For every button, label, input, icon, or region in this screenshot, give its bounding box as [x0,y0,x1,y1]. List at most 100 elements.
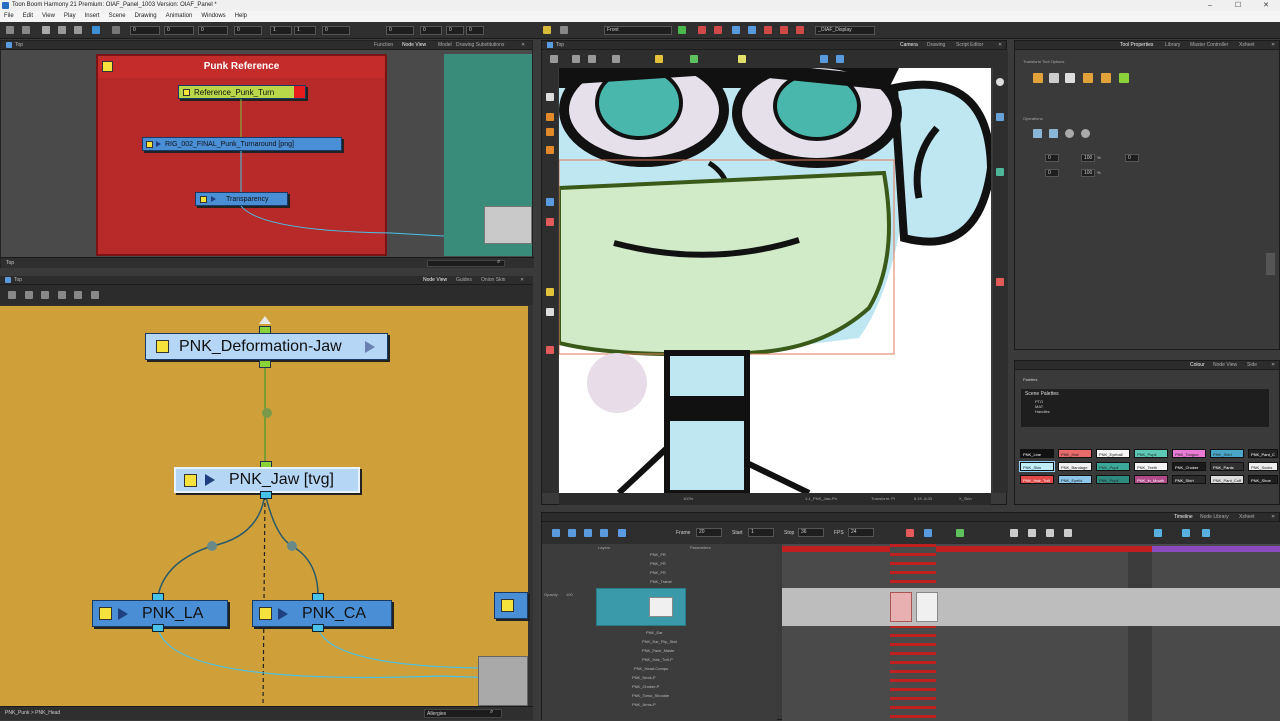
tab-master-controller[interactable]: Master Controller [1190,41,1228,50]
key-icon[interactable] [112,26,120,34]
undo-icon[interactable] [6,26,14,34]
frame-icon[interactable] [612,55,620,63]
menu-edit[interactable]: Edit [23,11,33,22]
navigator-thumbnail[interactable] [484,206,532,244]
flip-icon[interactable] [780,26,788,34]
disable-icon[interactable] [796,26,804,34]
flip-h-icon[interactable] [820,55,828,63]
swatch[interactable]: PNK_Tongue [1172,449,1206,458]
tab-node-library[interactable]: Node Library [1200,513,1229,522]
deform-icon[interactable] [996,168,1004,176]
pivot-x-field[interactable]: 0 [420,26,442,35]
pivot-z-field[interactable]: 0 [466,26,484,35]
onion-skin-icon[interactable] [698,26,706,34]
layer-row[interactable]: PNK_Transf [542,577,777,587]
fps-field[interactable]: 24 [848,528,874,537]
kinematic-icon[interactable] [996,278,1004,286]
network-icon[interactable] [8,291,16,299]
close-panel-icon[interactable]: ✕ [520,276,524,285]
stop-field[interactable]: 36 [798,528,824,537]
pos-y-field[interactable]: 0 [164,26,194,35]
swatch[interactable]: PNK_Bandage [1058,462,1092,471]
home-icon[interactable] [547,42,553,48]
lock-icon[interactable] [655,55,663,63]
save-icon[interactable] [74,26,82,34]
peg-icon[interactable] [748,26,756,34]
la-output-port[interactable] [152,624,164,632]
tab-timeline[interactable]: Timeline [1174,513,1193,522]
rigging-tool-icon[interactable] [546,308,554,316]
sound-icon[interactable] [600,529,608,537]
grid-icon[interactable] [560,26,568,34]
drawing-frame-thumbnail[interactable] [890,592,912,622]
contour-tool-icon[interactable] [546,198,554,206]
tab-onion-skin[interactable]: Onion Skin [481,276,505,285]
light-icon[interactable] [738,55,746,63]
tab-library[interactable]: Library [1165,41,1180,50]
eraser-tool-icon[interactable] [546,146,554,154]
pin-icon[interactable] [732,26,740,34]
tab-side[interactable]: Side [1247,361,1257,370]
flip-v-icon[interactable] [836,55,844,63]
sound-scrub-icon[interactable] [618,529,626,537]
tab-node-view[interactable]: Node View [1213,361,1237,370]
select-tool-icon[interactable] [546,93,554,101]
flip-horizontal-icon[interactable] [1033,129,1042,138]
magnet-icon[interactable] [1065,73,1075,83]
angle-field[interactable]: 0 [234,26,262,35]
close-panel-icon[interactable]: ✕ [998,41,1002,50]
swatch[interactable]: PNK_In_Mouth [1134,475,1168,484]
pivot-field[interactable]: 0 [386,26,414,35]
tool-e-icon[interactable] [1154,529,1162,537]
light-table-icon[interactable] [714,26,722,34]
onion-icon[interactable] [924,529,932,537]
menu-scene[interactable]: Scene [109,11,126,22]
select-icon[interactable] [58,26,66,34]
view-select[interactable]: Front [604,26,672,35]
lasso-icon[interactable] [1033,73,1043,83]
menu-drawing[interactable]: Drawing [135,11,157,22]
peg-select-icon[interactable] [1101,73,1111,83]
pos-x-field[interactable]: 0 [130,26,160,35]
layer-icon[interactable] [996,113,1004,121]
tool-b-icon[interactable] [1028,529,1036,537]
skew-field[interactable]: 0 [322,26,350,35]
menu-help[interactable]: Help [235,11,247,22]
input-port[interactable] [259,360,271,368]
start-field[interactable]: 1 [748,528,774,537]
swatch[interactable]: PNK_Pupil [1134,449,1168,458]
swatch[interactable]: PNK_Pant_C [1248,449,1278,458]
pnk-ca-node[interactable]: PNK_CA [252,600,392,627]
transform-icon[interactable] [42,26,50,34]
close-panel-icon[interactable]: ✕ [1271,361,1275,370]
camera-tool-icon[interactable] [550,55,558,63]
navigator-thumbnail[interactable] [478,656,528,706]
menu-insert[interactable]: Insert [85,11,100,22]
swatch[interactable]: PNK_Pupil [1096,462,1130,471]
swatch[interactable]: PNK_Shirt [1210,449,1244,458]
menu-animation[interactable]: Animation [166,11,193,22]
swatch[interactable]: PNK_Socks [1248,462,1278,471]
pnk-jaw-node[interactable]: PNK_Jaw [tvg] [174,467,360,493]
figure-icon[interactable] [91,291,99,299]
play-icon[interactable] [552,529,560,537]
rotate-ccw-icon[interactable] [1081,129,1090,138]
redo-icon[interactable] [22,26,30,34]
tab-xsheet[interactable]: Xsheet [1239,513,1255,522]
partial-node[interactable] [494,592,528,619]
tab-guides[interactable]: Guides [456,276,472,285]
menu-view[interactable]: View [42,11,55,22]
selected-layer-row[interactable] [782,588,1280,626]
palette-item[interactable]: Handles [1021,409,1269,414]
composite-icon[interactable] [41,291,49,299]
node-search-input[interactable] [427,260,505,267]
drawing-canvas[interactable] [559,68,991,493]
layer-row[interactable]: PNK_Arms-P [542,700,777,710]
mark-icon[interactable] [764,26,772,34]
tab-camera[interactable]: Camera [900,41,918,50]
rotate-cw-icon[interactable] [1065,129,1074,138]
search-icon[interactable]: ⌕ [490,709,493,716]
bone-icon[interactable] [1119,73,1129,83]
ca-output-port[interactable] [312,624,324,632]
swatch[interactable]: PNK_Line [1020,449,1054,458]
